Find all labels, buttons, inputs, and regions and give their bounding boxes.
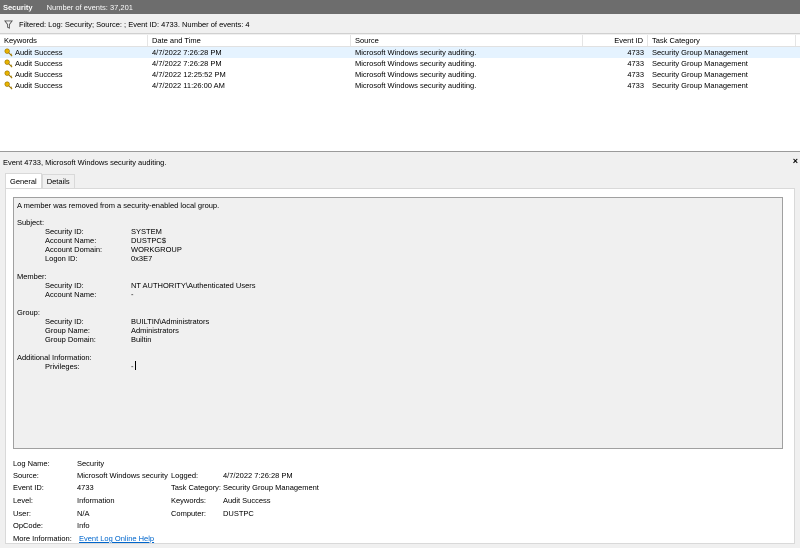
row-event-id: 4733 bbox=[627, 70, 644, 79]
event-log-online-help-link[interactable]: Event Log Online Help bbox=[79, 534, 154, 543]
row-keywords-cell: Audit Success bbox=[0, 80, 148, 91]
row-keywords: Audit Success bbox=[15, 48, 63, 57]
event-count: Number of events: 37,201 bbox=[46, 2, 133, 12]
column-keywords[interactable]: Keywords bbox=[0, 35, 148, 46]
message-summary: A member was removed from a security-ena… bbox=[17, 201, 220, 210]
column-event-id[interactable]: Event ID bbox=[583, 35, 648, 46]
subject-domain-value: WORKGROUP bbox=[131, 245, 182, 254]
user-value: N/A bbox=[77, 509, 90, 518]
group-heading: Group: bbox=[17, 308, 40, 317]
event-id-label: Event ID: bbox=[13, 483, 44, 492]
level-label: Level: bbox=[13, 496, 34, 505]
close-icon[interactable]: × bbox=[793, 156, 798, 166]
event-row[interactable]: Audit Success 4/7/2022 7:26:28 PM Micros… bbox=[0, 58, 800, 69]
subject-logon-value: 0x3E7 bbox=[131, 254, 153, 263]
row-keywords: Audit Success bbox=[15, 70, 63, 79]
row-task: Security Group Management bbox=[652, 59, 748, 68]
key-icon bbox=[4, 81, 13, 90]
additional-info-heading: Additional Information: bbox=[17, 353, 92, 362]
group-name-value: Administrators bbox=[131, 326, 179, 335]
member-account-label: Account Name: bbox=[45, 290, 97, 299]
key-icon bbox=[4, 48, 13, 57]
row-event-id: 4733 bbox=[627, 59, 644, 68]
event-row[interactable]: Audit Success 4/7/2022 7:26:28 PM Micros… bbox=[0, 47, 800, 58]
text-cursor bbox=[135, 361, 136, 370]
detail-header: Event 4733, Microsoft Windows security a… bbox=[0, 156, 800, 169]
user-label: User: bbox=[13, 509, 31, 518]
detail-title: Event 4733, Microsoft Windows security a… bbox=[3, 158, 167, 167]
group-name-label: Group Name: bbox=[45, 326, 91, 335]
task-category-value: Security Group Management bbox=[223, 483, 319, 492]
event-message[interactable]: A member was removed from a security-ena… bbox=[13, 197, 783, 449]
opcode-label: OpCode: bbox=[13, 521, 44, 530]
row-keywords-cell: Audit Success bbox=[0, 58, 148, 69]
more-info-label: More Information: bbox=[13, 534, 72, 543]
event-list[interactable]: Keywords Date and Time Source Event ID T… bbox=[0, 35, 800, 152]
logged-label: Logged: bbox=[171, 471, 199, 480]
row-date: 4/7/2022 11:26:00 AM bbox=[152, 81, 225, 90]
column-source[interactable]: Source bbox=[351, 35, 583, 46]
log-name-label: Log Name: bbox=[13, 459, 50, 468]
log-title-bar: Security Number of events: 37,201 bbox=[0, 0, 800, 14]
group-sid-value: BUILTIN\Administrators bbox=[131, 317, 210, 326]
row-task: Security Group Management bbox=[652, 48, 748, 57]
privileges-value: - bbox=[131, 362, 134, 371]
row-keywords-cell: Audit Success bbox=[0, 47, 148, 58]
row-event-id: 4733 bbox=[627, 81, 644, 90]
keywords-value: Audit Success bbox=[223, 496, 271, 505]
tab-general[interactable]: General bbox=[5, 173, 42, 188]
opcode-value: Info bbox=[77, 521, 90, 530]
member-sid-label: Security ID: bbox=[45, 281, 84, 290]
log-name-value: Security bbox=[77, 459, 105, 468]
column-date-time[interactable]: Date and Time bbox=[148, 35, 351, 46]
row-date: 4/7/2022 7:26:28 PM bbox=[152, 48, 222, 57]
subject-sid-value: SYSTEM bbox=[131, 227, 162, 236]
column-task-category[interactable]: Task Category bbox=[648, 35, 796, 46]
event-list-header: Keywords Date and Time Source Event ID T… bbox=[0, 35, 800, 47]
member-heading: Member: bbox=[17, 272, 47, 281]
row-keywords: Audit Success bbox=[15, 81, 63, 90]
key-icon bbox=[4, 70, 13, 79]
row-event-id: 4733 bbox=[627, 48, 644, 57]
computer-value: DUSTPC bbox=[223, 509, 254, 518]
level-value: Information bbox=[77, 496, 115, 505]
row-date: 4/7/2022 12:25:52 PM bbox=[152, 70, 226, 79]
group-sid-label: Security ID: bbox=[45, 317, 84, 326]
keywords-label: Keywords: bbox=[171, 496, 207, 505]
event-row[interactable]: Audit Success 4/7/2022 11:26:00 AM Micro… bbox=[0, 80, 800, 91]
subject-account-label: Account Name: bbox=[45, 236, 97, 245]
tab-details[interactable]: Details bbox=[41, 174, 75, 188]
member-account-value: - bbox=[131, 290, 134, 299]
subject-domain-label: Account Domain: bbox=[45, 245, 103, 254]
subject-sid-label: Security ID: bbox=[45, 227, 84, 236]
source-value: Microsoft Windows security bbox=[77, 471, 168, 480]
task-category-label: Task Category: bbox=[171, 483, 222, 492]
computer-label: Computer: bbox=[171, 509, 207, 518]
subject-logon-label: Logon ID: bbox=[45, 254, 78, 263]
privileges-label: Privileges: bbox=[45, 362, 80, 371]
filter-icon bbox=[4, 19, 13, 29]
detail-tabs: General Details bbox=[5, 173, 75, 188]
group-domain-value: Builtin bbox=[131, 335, 152, 344]
event-row[interactable]: Audit Success 4/7/2022 12:25:52 PM Micro… bbox=[0, 69, 800, 80]
filter-bar: Filtered: Log: Security; Source: ; Event… bbox=[0, 15, 800, 34]
filter-text: Filtered: Log: Security; Source: ; Event… bbox=[19, 19, 250, 29]
key-icon bbox=[4, 59, 13, 68]
member-sid-value: NT AUTHORITY\Authenticated Users bbox=[131, 281, 256, 290]
group-domain-label: Group Domain: bbox=[45, 335, 96, 344]
source-label: Source: bbox=[13, 471, 39, 480]
row-date: 4/7/2022 7:26:28 PM bbox=[152, 59, 222, 68]
row-task: Security Group Management bbox=[652, 70, 748, 79]
logged-value: 4/7/2022 7:26:28 PM bbox=[223, 471, 293, 480]
row-keywords-cell: Audit Success bbox=[0, 69, 148, 80]
event-id-value: 4733 bbox=[77, 483, 94, 492]
subject-account-value: DUSTPC$ bbox=[131, 236, 167, 245]
row-task: Security Group Management bbox=[652, 81, 748, 90]
row-keywords: Audit Success bbox=[15, 59, 63, 68]
subject-heading: Subject: bbox=[17, 218, 45, 227]
log-title: Security bbox=[3, 2, 33, 12]
